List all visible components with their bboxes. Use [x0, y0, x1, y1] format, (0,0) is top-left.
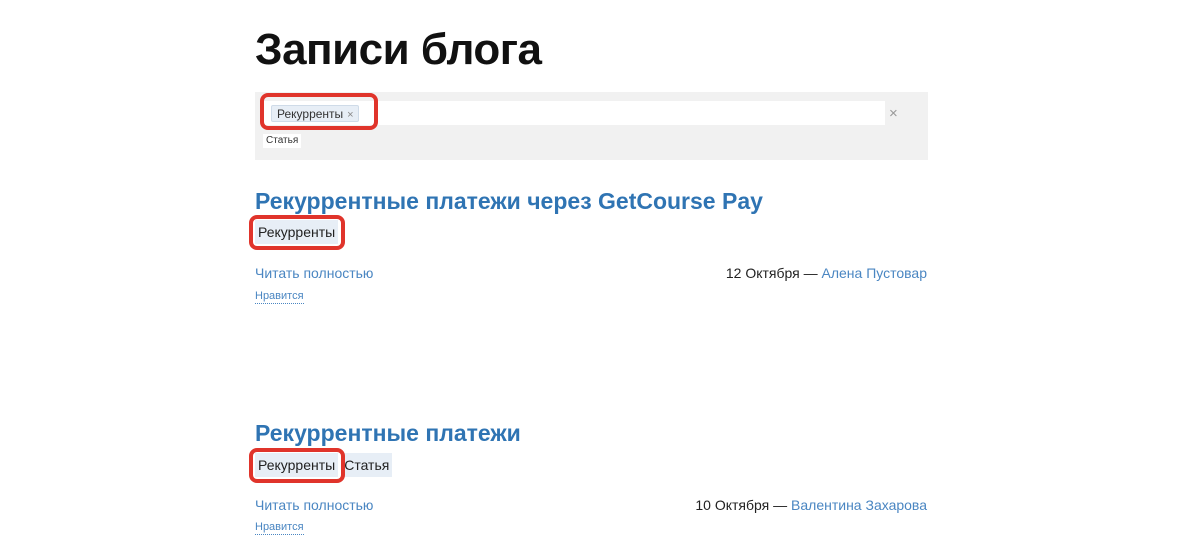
meta-separator: — [799, 265, 822, 281]
post-title[interactable]: Рекуррентные платежи через GetCourse Pay [255, 186, 763, 216]
meta-separator: — [769, 497, 792, 513]
like-button[interactable]: Нравится [255, 289, 304, 304]
clear-filter-icon[interactable]: × [889, 105, 898, 123]
post-title[interactable]: Рекуррентные платежи [255, 418, 521, 448]
page-title: Записи блога [255, 25, 542, 74]
post-tags: Рекурренты Статья [255, 453, 395, 477]
author-link[interactable]: Алена Пустовар [822, 265, 928, 281]
selected-tag-label: Рекурренты [277, 107, 344, 121]
post-tag[interactable]: Рекурренты [255, 453, 339, 477]
like-button[interactable]: Нравится [255, 520, 304, 535]
tag-filter-panel: Рекурренты × × Статья [255, 92, 928, 160]
post-tag[interactable]: Статья [341, 453, 393, 477]
post-meta: 12 Октября — Алена Пустовар [726, 264, 927, 282]
post-tags: Рекурренты [255, 220, 341, 244]
post-meta: 10 Октября — Валентина Захарова [695, 496, 927, 514]
read-more-link[interactable]: Читать полностью [255, 264, 373, 282]
post-tag[interactable]: Рекурренты [255, 220, 339, 244]
remove-tag-icon[interactable]: × [347, 109, 353, 121]
author-link[interactable]: Валентина Захарова [791, 497, 927, 513]
post-date: 12 Октября [725, 265, 800, 281]
selected-tag-chip: Рекурренты × [271, 105, 359, 122]
post-date: 10 Октября [695, 497, 770, 513]
read-more-link[interactable]: Читать полностью [255, 496, 373, 514]
tag-option-article[interactable]: Статья [263, 134, 302, 148]
tag-filter-input[interactable]: Рекурренты × [263, 101, 885, 125]
